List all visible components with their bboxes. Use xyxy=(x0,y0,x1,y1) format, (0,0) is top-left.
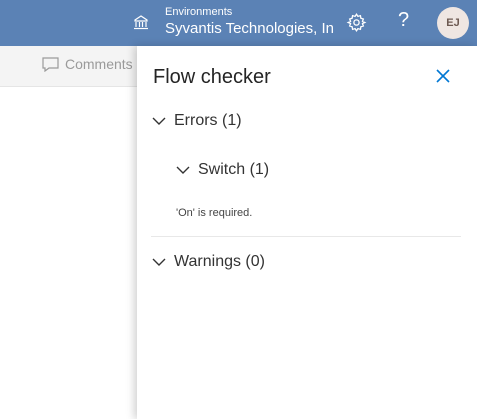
avatar[interactable]: EJ xyxy=(437,7,469,39)
environment-caption: Environments xyxy=(165,6,233,18)
chevron-down-icon xyxy=(176,166,190,174)
help-icon[interactable]: ? xyxy=(398,9,409,32)
comments-label: Comments xyxy=(65,56,133,72)
environment-icon[interactable] xyxy=(132,14,150,32)
settings-icon[interactable] xyxy=(346,12,367,33)
divider xyxy=(151,236,461,237)
switch-label: Switch (1) xyxy=(198,161,270,178)
panel-title: Flow checker xyxy=(153,66,271,88)
chevron-down-icon xyxy=(152,117,166,125)
environment-name[interactable]: Syvantis Technologies, In xyxy=(165,20,334,37)
comment-icon xyxy=(42,57,59,73)
errors-label: Errors (1) xyxy=(174,112,242,129)
switch-section-header[interactable]: Switch (1) xyxy=(176,161,269,179)
errors-section-header[interactable]: Errors (1) xyxy=(152,112,242,130)
warnings-section-header[interactable]: Warnings (0) xyxy=(152,253,265,271)
chevron-down-icon xyxy=(152,258,166,266)
close-icon[interactable] xyxy=(435,68,451,84)
comments-button[interactable]: Comments xyxy=(42,56,133,73)
warnings-label: Warnings (0) xyxy=(174,253,265,270)
top-bar: Environments Syvantis Technologies, In ?… xyxy=(0,0,477,46)
flow-checker-panel: Flow checker Errors (1) Switch (1) 'On' … xyxy=(137,46,477,419)
error-message[interactable]: 'On' is required. xyxy=(176,207,252,219)
